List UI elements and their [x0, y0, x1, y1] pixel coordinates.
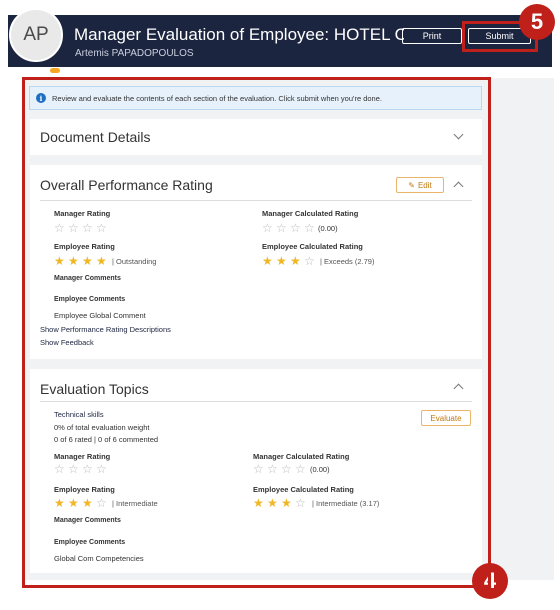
show-feedback-link[interactable]: Show Feedback: [40, 338, 94, 347]
manager-calculated-rating-label: Manager Calculated Rating: [262, 209, 359, 218]
star-empty-icon: ☆: [68, 462, 79, 476]
step-badge-5: 5: [519, 4, 555, 40]
evaluation-topics-title: Evaluation Topics: [40, 381, 149, 397]
info-banner: i Review and evaluate the contents of ea…: [29, 86, 482, 110]
employee-calculated-rating-label: Employee Calculated Rating: [253, 485, 354, 494]
avatar-status-indicator: [50, 68, 60, 73]
print-button[interactable]: Print: [402, 28, 462, 44]
star-empty-icon: ☆: [281, 462, 292, 476]
employee-rating-stars: ★ ★ ★ ☆: [54, 497, 110, 509]
employee-comment-text: Global Com Competencies: [54, 554, 144, 563]
star-filled-icon: ★: [82, 496, 93, 510]
chevron-down-icon[interactable]: [453, 129, 464, 140]
star-empty-icon: ☆: [96, 462, 107, 476]
pencil-icon: ✎: [408, 180, 415, 190]
star-empty-icon: ☆: [290, 221, 301, 235]
employee-calculated-rating-label: Employee Calculated Rating: [262, 242, 363, 251]
star-empty-icon: ☆: [253, 462, 264, 476]
edit-button-label: Edit: [417, 180, 432, 190]
manager-calculated-rating-value: (0.00): [318, 224, 338, 233]
star-empty-icon: ☆: [82, 221, 93, 235]
star-filled-icon: ★: [82, 254, 93, 268]
document-details-section[interactable]: Document Details: [30, 119, 482, 155]
manager-calculated-rating-value: (0.00): [310, 465, 330, 474]
info-banner-text: Review and evaluate the contents of each…: [52, 93, 382, 103]
overall-performance-section: Overall Performance Rating ✎ Edit Manage…: [30, 165, 482, 359]
avatar[interactable]: AP: [9, 8, 63, 62]
overall-performance-title: Overall Performance Rating: [40, 177, 213, 193]
chevron-up-icon[interactable]: [453, 181, 464, 192]
edit-button[interactable]: ✎ Edit: [396, 177, 444, 193]
manager-calculated-rating-stars: ☆ ☆ ☆ ☆: [253, 463, 309, 475]
star-empty-icon: ☆: [96, 496, 107, 510]
show-rating-descriptions-link[interactable]: Show Performance Rating Descriptions: [40, 325, 171, 334]
employee-comments-label: Employee Comments: [54, 296, 126, 303]
star-empty-icon: ☆: [267, 462, 278, 476]
star-empty-icon: ☆: [54, 221, 65, 235]
manager-comments-label: Manager Comments: [54, 275, 121, 282]
star-empty-icon: ☆: [68, 221, 79, 235]
info-icon: i: [36, 93, 46, 103]
star-filled-icon: ★: [267, 496, 278, 510]
star-empty-icon: ☆: [54, 462, 65, 476]
star-empty-icon: ☆: [82, 462, 93, 476]
employee-rating-label: Employee Rating: [54, 485, 115, 494]
page-title: Manager Evaluation of Employee: HOTEL OP…: [74, 25, 404, 44]
topic-weight-text: 0% of total evaluation weight: [54, 423, 150, 432]
employee-rating-value: | Outstanding: [112, 257, 157, 266]
manager-rating-stars[interactable]: ☆ ☆ ☆ ☆: [54, 222, 110, 234]
employee-calculated-rating-stars: ★ ★ ★ ☆: [262, 255, 318, 267]
star-empty-icon: ☆: [96, 221, 107, 235]
star-filled-icon: ★: [262, 254, 273, 268]
manager-rating-label: Manager Rating: [54, 452, 111, 461]
employee-calculated-rating-stars: ★ ★ ★ ☆: [253, 497, 309, 509]
topic-name-link[interactable]: Technical skills: [54, 410, 104, 419]
document-details-title: Document Details: [40, 129, 151, 145]
star-empty-icon: ☆: [304, 221, 315, 235]
star-filled-icon: ★: [54, 254, 65, 268]
star-filled-icon: ★: [68, 254, 79, 268]
section-divider: [40, 200, 472, 201]
manager-calculated-rating-label: Manager Calculated Rating: [253, 452, 350, 461]
star-empty-icon: ☆: [276, 221, 287, 235]
star-filled-icon: ★: [253, 496, 264, 510]
step-badge-4: 4: [472, 563, 508, 599]
star-filled-icon: ★: [290, 254, 301, 268]
star-empty-icon: ☆: [304, 254, 315, 268]
manager-calculated-rating-stars: ☆ ☆ ☆ ☆: [262, 222, 318, 234]
star-filled-icon: ★: [96, 254, 107, 268]
manager-rating-stars[interactable]: ☆ ☆ ☆ ☆: [54, 463, 110, 475]
employee-comment-text: Employee Global Comment: [54, 311, 146, 320]
manager-rating-label: Manager Rating: [54, 209, 111, 218]
star-empty-icon: ☆: [295, 496, 306, 510]
topic-rated-text: 0 of 6 rated | 0 of 6 commented: [54, 435, 159, 444]
evaluation-topics-section: Evaluation Topics Technical skills 0% of…: [30, 369, 482, 573]
manager-comments-label: Manager Comments: [54, 517, 121, 524]
star-filled-icon: ★: [68, 496, 79, 510]
star-filled-icon: ★: [276, 254, 287, 268]
employee-rating-stars: ★ ★ ★ ★: [54, 255, 110, 267]
employee-rating-label: Employee Rating: [54, 242, 115, 251]
star-filled-icon: ★: [281, 496, 292, 510]
evaluate-button[interactable]: Evaluate: [421, 410, 471, 426]
star-empty-icon: ☆: [295, 462, 306, 476]
employee-name: Artemis PAPADOPOULOS: [75, 48, 194, 59]
employee-calculated-rating-value: | Exceeds (2.79): [320, 257, 375, 266]
employee-comments-label: Employee Comments: [54, 539, 126, 546]
chevron-up-icon[interactable]: [453, 383, 464, 394]
employee-rating-value: | Intermediate: [112, 499, 158, 508]
employee-calculated-rating-value: | Intermediate (3.17): [312, 499, 380, 508]
star-filled-icon: ★: [54, 496, 65, 510]
section-divider: [40, 401, 472, 402]
star-empty-icon: ☆: [262, 221, 273, 235]
